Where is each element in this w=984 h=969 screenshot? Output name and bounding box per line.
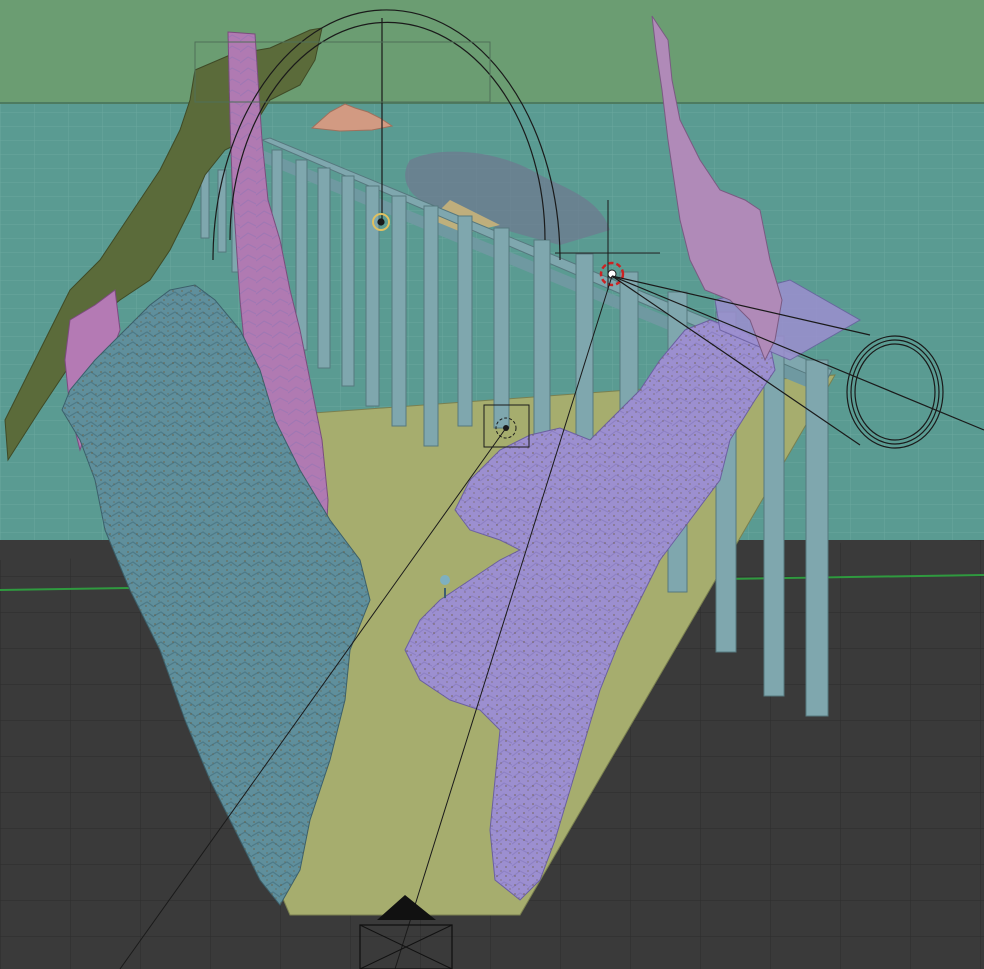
3d-viewport[interactable] <box>0 0 984 969</box>
viewport-canvas[interactable] <box>0 0 984 969</box>
world-sky <box>0 0 984 104</box>
